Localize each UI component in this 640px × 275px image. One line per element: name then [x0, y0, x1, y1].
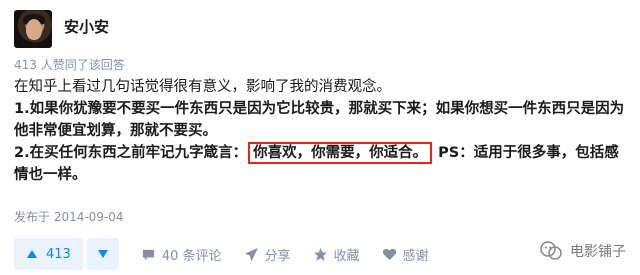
share-label: 分享 — [264, 248, 291, 264]
publish-date[interactable]: 发布于 2014-09-04 — [14, 208, 124, 225]
downvote-button[interactable] — [86, 238, 119, 270]
action-bar: 413 40 条评论 分享 收藏 感谢 — [14, 237, 626, 271]
comment-icon — [142, 249, 154, 260]
collect-label: 收藏 — [333, 248, 360, 264]
highlighted-phrase: 你喜欢，你需要，你适合。 — [248, 142, 433, 164]
heart-icon — [382, 248, 396, 260]
comments-button[interactable]: 40 条评论 — [141, 245, 222, 264]
answer-point-2: 2.在买任何东西之前牢记九字箴言： 你喜欢，你需要，你适合。 PS：适用于很多事，… — [14, 142, 630, 186]
collect-button[interactable]: 收藏 — [313, 245, 360, 264]
watermark: 电影铺子 — [538, 238, 626, 264]
answer-point-2-prefix: 2.在买任何东西之前牢记九字箴言： — [14, 145, 248, 161]
wechat-logo-icon — [540, 241, 562, 260]
avatar-face — [26, 19, 42, 40]
triangle-up-icon — [27, 250, 37, 258]
comments-label: 40 条评论 — [161, 248, 222, 264]
share-icon — [244, 247, 258, 261]
upvoted-notice[interactable]: 413 人赞同了该回答 — [14, 56, 125, 73]
answer-line-1: 在知乎上看过几句话觉得很有意义，影响了我的消费观念。 — [14, 79, 391, 95]
author-avatar[interactable] — [14, 10, 52, 48]
vote-count: 413 — [46, 246, 71, 262]
answer-point-1: 1.如果你犹豫要不要买一件东西只是因为它比较贵，那就买下来；如果你想买一件东西只… — [14, 101, 625, 139]
author-name[interactable]: 安小安 — [64, 16, 109, 37]
thanks-button[interactable]: 感谢 — [382, 245, 429, 264]
watermark-text: 电影铺子 — [570, 244, 626, 260]
answer-content: 在知乎上看过几句话觉得很有意义，影响了我的消费观念。 1.如果你犹豫要不要买一件… — [14, 76, 630, 186]
triangle-down-icon — [97, 250, 108, 258]
upvote-button[interactable]: 413 — [14, 238, 83, 270]
thanks-label: 感谢 — [402, 248, 429, 264]
share-button[interactable]: 分享 — [244, 245, 291, 264]
star-icon — [313, 247, 327, 261]
